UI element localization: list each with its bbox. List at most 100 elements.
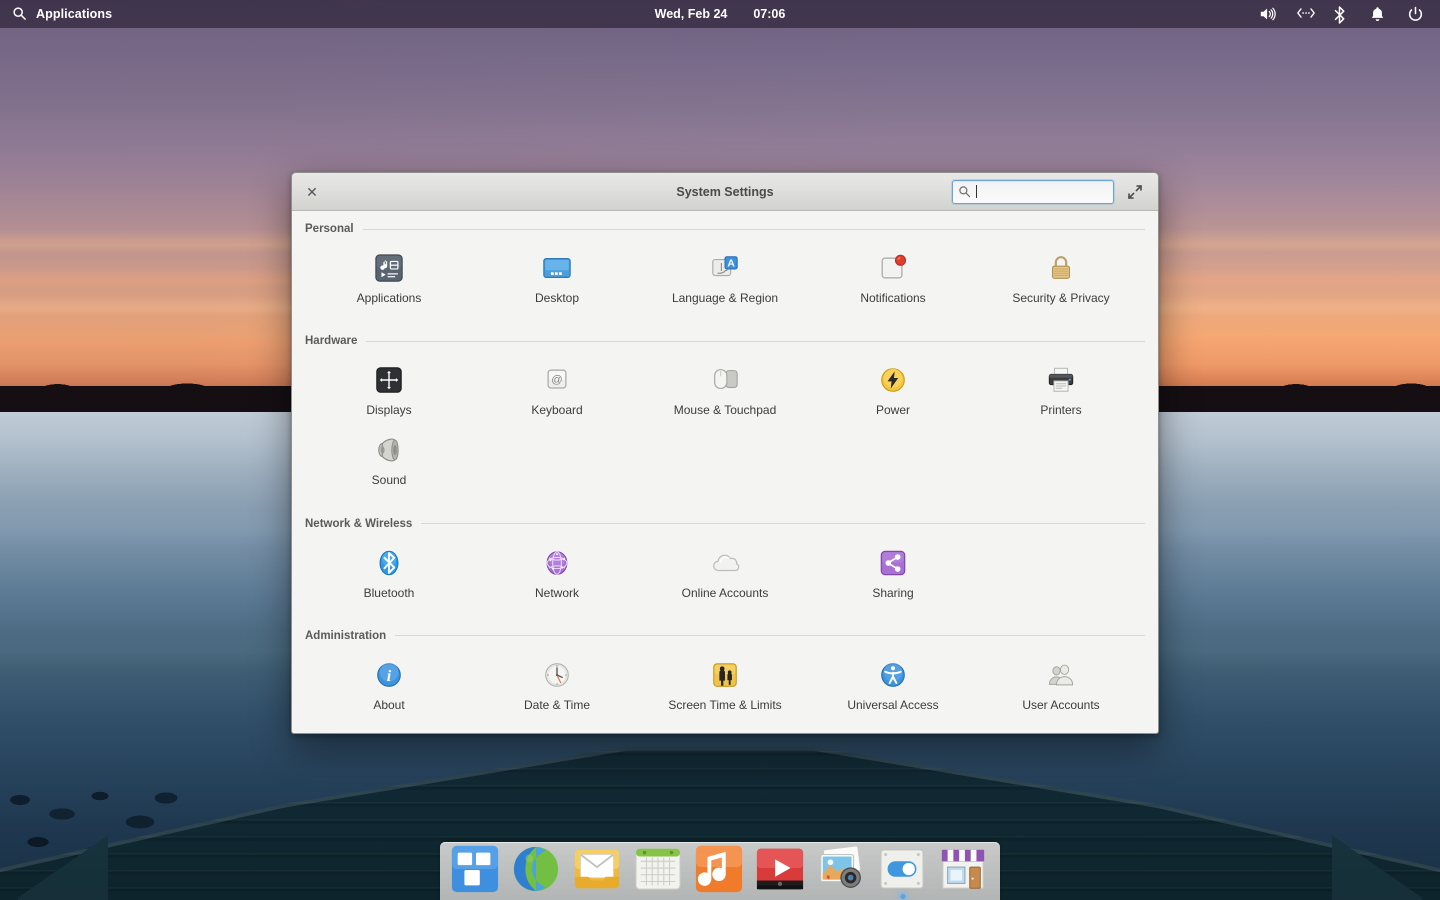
dock-item-mail[interactable] [572, 844, 624, 896]
dock [440, 842, 1000, 900]
settings-tile-label: Notifications [860, 292, 925, 305]
settings-tile-label: User Accounts [1022, 699, 1099, 712]
network-globe-icon [540, 546, 574, 580]
section-title: Personal [305, 223, 354, 235]
bluetooth-icon [372, 546, 406, 580]
settings-tile-notifications[interactable]: Notifications [809, 245, 977, 313]
section-header: Personal [305, 211, 1145, 237]
notifications-bell-icon[interactable] [1370, 6, 1387, 23]
applications-menu[interactable]: Applications [0, 6, 112, 23]
window-titlebar[interactable]: ✕ System Settings [292, 173, 1158, 211]
power-icon[interactable] [1407, 6, 1424, 23]
settings-tile-keyboard[interactable]: @ Keyboard [473, 357, 641, 425]
settings-tile-label: Sound [372, 474, 407, 487]
search-field[interactable] [952, 180, 1114, 204]
settings-tile-label: Power [876, 404, 910, 417]
dock-item-videos[interactable] [755, 844, 807, 896]
section-header: Network & Wireless [305, 506, 1145, 532]
settings-tile-mouse-touchpad[interactable]: Mouse & Touchpad [641, 357, 809, 425]
settings-tile-label: Desktop [535, 292, 579, 305]
mouse-touchpad-icon [708, 363, 742, 397]
dock-item-photos[interactable] [816, 844, 868, 896]
power-battery-icon [876, 363, 910, 397]
dock-items [440, 844, 1000, 896]
settings-tile-label: Security & Privacy [1012, 292, 1109, 305]
settings-tile-sharing[interactable]: Sharing [809, 540, 977, 608]
language-region-icon: ا A [708, 251, 742, 285]
applications-menu-label: Applications [36, 7, 112, 21]
maximize-button[interactable] [1126, 183, 1144, 201]
universal-access-icon [876, 658, 910, 692]
bluetooth-icon[interactable] [1333, 6, 1350, 23]
section-divider [363, 229, 1145, 230]
settings-tile-label: Network [535, 587, 579, 600]
search-input[interactable] [981, 182, 1108, 202]
section-divider [421, 523, 1145, 524]
panel-date[interactable]: Wed, Feb 24 [655, 7, 728, 21]
settings-tile-label: Language & Region [672, 292, 778, 305]
panel-clock[interactable]: Wed, Feb 24 07:06 [0, 7, 1440, 21]
dock-item-music[interactable] [694, 844, 746, 896]
system-settings-icon [877, 844, 929, 894]
volume-icon[interactable] [1259, 6, 1276, 23]
notifications-icon [876, 251, 910, 285]
settings-tile-universal-access[interactable]: Universal Access [809, 652, 977, 720]
settings-tile-online-accounts[interactable]: Online Accounts [641, 540, 809, 608]
section-title: Hardware [305, 335, 357, 347]
settings-tile-desktop[interactable]: Desktop [473, 245, 641, 313]
svg-text:i: i [387, 668, 392, 685]
panel-time[interactable]: 07:06 [753, 7, 785, 21]
settings-tile-label: Sharing [872, 587, 913, 600]
settings-tile-date-time[interactable]: Date & Time [473, 652, 641, 720]
settings-tile-about[interactable]: i About [305, 652, 473, 720]
dock-item-web-browser[interactable] [511, 844, 563, 896]
applications-icon [372, 251, 406, 285]
online-accounts-cloud-icon [708, 546, 742, 580]
settings-grid: i About Date & Time Screen Time & Limits [305, 644, 1145, 730]
settings-tile-sound[interactable]: Sound [305, 427, 473, 495]
settings-tile-user-accounts[interactable]: User Accounts [977, 652, 1145, 720]
dock-item-appcenter[interactable] [938, 844, 990, 896]
dock-item-system-settings[interactable] [877, 844, 929, 896]
settings-tile-printers[interactable]: Printers [977, 357, 1145, 425]
settings-tile-bluetooth[interactable]: Bluetooth [305, 540, 473, 608]
search-icon [12, 6, 29, 23]
network-icon[interactable] [1296, 6, 1313, 23]
section-divider [395, 635, 1145, 636]
settings-tile-screen-time-limits[interactable]: Screen Time & Limits [641, 652, 809, 720]
settings-tile-label: Printers [1040, 404, 1081, 417]
settings-grid: Displays @ Keyboard Mouse & Touchpad Pow… [305, 349, 1145, 505]
files-icon [450, 844, 502, 894]
running-indicator [901, 894, 906, 899]
settings-tile-label: Displays [366, 404, 411, 417]
dock-item-files[interactable] [450, 844, 502, 896]
settings-tile-label: Applications [357, 292, 422, 305]
settings-tile-language-region[interactable]: ا A Language & Region [641, 245, 809, 313]
displays-icon [372, 363, 406, 397]
date-time-clock-icon [540, 658, 574, 692]
settings-tile-label: Date & Time [524, 699, 590, 712]
web-browser-icon [511, 844, 563, 894]
settings-tile-label: Online Accounts [682, 587, 769, 600]
settings-tile-label: Bluetooth [364, 587, 415, 600]
settings-tile-network[interactable]: Network [473, 540, 641, 608]
svg-text:@: @ [551, 374, 562, 386]
svg-text:ا: ا [720, 263, 723, 274]
search-icon [958, 185, 971, 198]
screen-time-icon [708, 658, 742, 692]
settings-tile-security-privacy[interactable]: Security & Privacy [977, 245, 1145, 313]
settings-grid: Bluetooth Network Online Accounts [305, 532, 1145, 618]
settings-tile-displays[interactable]: Displays [305, 357, 473, 425]
settings-tile-applications[interactable]: Applications [305, 245, 473, 313]
settings-grid: Applications Desktop ا A Language & Regi… [305, 237, 1145, 323]
text-caret [976, 185, 977, 198]
dock-item-calendar[interactable] [633, 844, 685, 896]
photos-icon [816, 844, 868, 894]
settings-tile-power[interactable]: Power [809, 357, 977, 425]
about-info-icon: i [372, 658, 406, 692]
settings-tile-label: Screen Time & Limits [668, 699, 781, 712]
sound-icon [372, 433, 406, 467]
security-privacy-icon [1044, 251, 1078, 285]
mail-icon [572, 844, 624, 894]
app-center-icon [938, 844, 990, 894]
